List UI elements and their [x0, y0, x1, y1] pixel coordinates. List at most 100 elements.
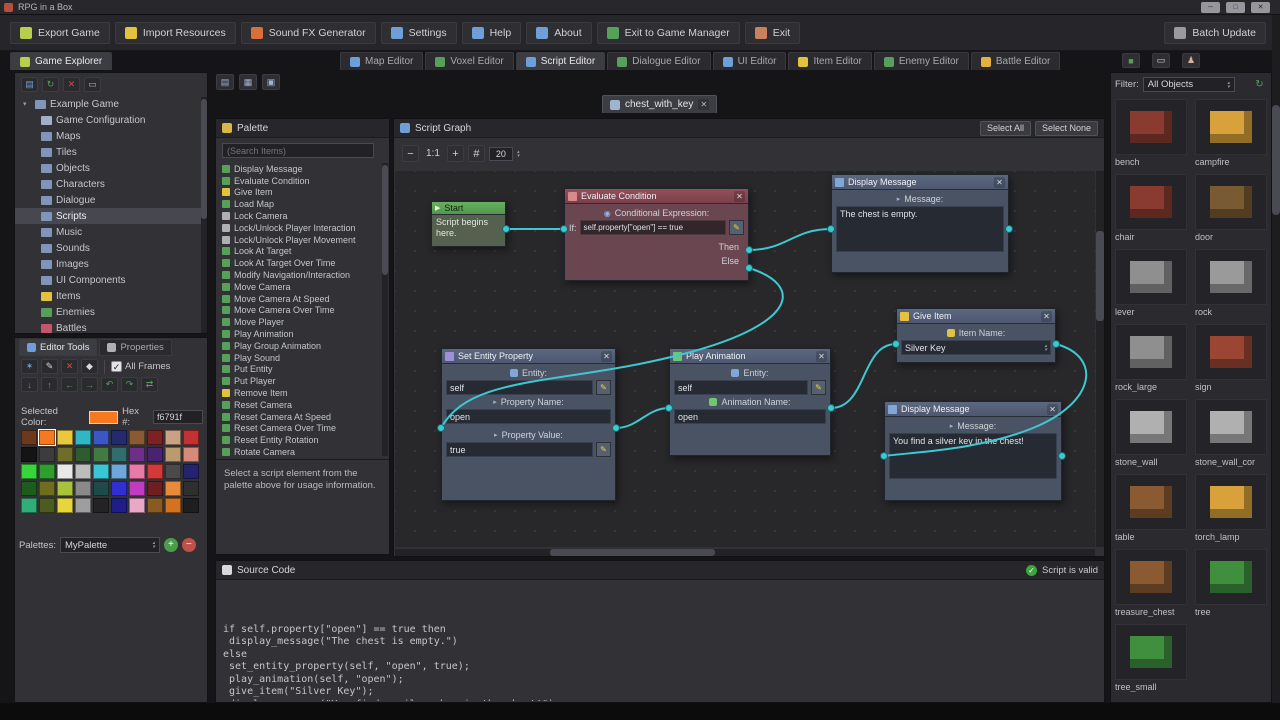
window-right-scrollbar[interactable]	[1272, 15, 1280, 720]
zoom-reset-button[interactable]: 1:1	[423, 148, 443, 159]
asset-item[interactable]: table	[1115, 474, 1189, 543]
node-header[interactable]: ▶ Start	[432, 202, 505, 215]
hex-input[interactable]	[153, 410, 203, 424]
add-palette-button[interactable]: +	[164, 538, 178, 552]
palette-swatch[interactable]	[147, 430, 163, 445]
palette-swatch[interactable]	[93, 447, 109, 462]
palette-list-item[interactable]: Modify Navigation/Interaction	[218, 269, 378, 281]
grid-size-input[interactable]	[489, 147, 513, 161]
palette-list-item[interactable]: Play Group Animation	[218, 340, 378, 352]
palette-swatch[interactable]	[39, 464, 55, 479]
tree-item[interactable]: UI Components	[15, 272, 207, 288]
node-display-message-2[interactable]: Display Message ✕ ▸ Message: You find a …	[884, 401, 1062, 501]
palette-list-item[interactable]: Play Animation	[218, 328, 378, 340]
asset-item[interactable]: bench	[1115, 99, 1189, 168]
editor-tab[interactable]: Battle Editor	[971, 52, 1060, 70]
node-header[interactable]: Give Item ✕	[897, 309, 1055, 324]
menu-button[interactable]: About	[526, 22, 591, 44]
all-frames-checkbox[interactable]: ✓	[111, 361, 122, 372]
tree-item[interactable]: Items	[15, 288, 207, 304]
tool-icon[interactable]: ✶	[21, 359, 38, 374]
palette-swatch[interactable]	[39, 430, 55, 445]
node-evaluate-condition[interactable]: Evaluate Condition ✕ ◉ Conditional Expre…	[564, 188, 749, 281]
node-play-animation[interactable]: Play Animation ✕ Entity: self ✎ Animatio…	[669, 348, 831, 456]
palette-list-item[interactable]: Remove Item	[218, 387, 378, 399]
tree-item[interactable]: Objects	[15, 160, 207, 176]
tab-game-explorer[interactable]: Game Explorer	[10, 52, 112, 70]
palette-swatch[interactable]	[183, 430, 199, 445]
asset-item[interactable]: door	[1195, 174, 1269, 243]
edit-entity-button[interactable]: ✎	[596, 380, 611, 395]
palette-swatch[interactable]	[129, 498, 145, 513]
view-toggle-icon[interactable]: ■	[1122, 53, 1140, 68]
palette-list-item[interactable]: Lock Camera	[218, 210, 378, 222]
palette-swatch[interactable]	[147, 481, 163, 496]
mirror-rotate-tool-icon[interactable]: ↶	[101, 377, 118, 392]
tools-tab[interactable]: Editor Tools	[19, 339, 97, 356]
asset-item[interactable]: chair	[1115, 174, 1189, 243]
condition-expression-field[interactable]: self.property["open"] == true	[580, 220, 726, 235]
graph-vertical-scrollbar-thumb[interactable]	[1096, 231, 1104, 321]
palette-swatch[interactable]	[39, 498, 55, 513]
property-name-field[interactable]: open	[446, 409, 611, 424]
tree-item-root[interactable]: ▾ Example Game	[15, 96, 207, 112]
document-tab[interactable]: chest_with_key ✕	[602, 95, 717, 113]
graph-canvas[interactable]: ▶ Start Script begins here. Evaluate Con…	[395, 171, 1095, 547]
palette-list-item[interactable]: Give Item	[218, 187, 378, 199]
palette-swatch[interactable]	[57, 498, 73, 513]
asset-item[interactable]: campfire	[1195, 99, 1269, 168]
menu-button[interactable]: Help	[462, 22, 522, 44]
zoom-out-button[interactable]: −	[402, 145, 419, 162]
palette-list-item[interactable]: Load Map	[218, 198, 378, 210]
tree-item[interactable]: Tiles	[15, 144, 207, 160]
palette-swatch[interactable]	[93, 430, 109, 445]
menu-button[interactable]: Settings	[381, 22, 457, 44]
explorer-tool-icon[interactable]: ▤	[21, 77, 38, 92]
node-header[interactable]: Play Animation ✕	[670, 349, 830, 364]
palette-swatch[interactable]	[129, 447, 145, 462]
tree-item[interactable]: Enemies	[15, 304, 207, 320]
palette-swatch[interactable]	[75, 464, 91, 479]
document-tab-close-icon[interactable]: ✕	[698, 99, 709, 110]
palette-list-item[interactable]: Move Player	[218, 316, 378, 328]
editor-tab[interactable]: Item Editor	[788, 52, 871, 70]
tree-item[interactable]: Music	[15, 224, 207, 240]
palette-swatch[interactable]	[21, 430, 37, 445]
palette-swatch[interactable]	[75, 498, 91, 513]
palette-swatch[interactable]	[129, 430, 145, 445]
mirror-rotate-tool-icon[interactable]: ⇄	[141, 377, 158, 392]
palette-list-item[interactable]: Reset Camera Over Time	[218, 423, 378, 435]
mirror-rotate-tool-icon[interactable]: ↑	[41, 377, 58, 392]
palette-swatch[interactable]	[21, 481, 37, 496]
message-text-field[interactable]: The chest is empty.	[836, 206, 1004, 252]
palette-swatch[interactable]	[111, 430, 127, 445]
item-name-select[interactable]: Silver Key ▴▾	[901, 340, 1051, 355]
asset-item[interactable]: tree	[1195, 549, 1269, 618]
tool-icon[interactable]: ✎	[41, 359, 58, 374]
node-header[interactable]: Evaluate Condition ✕	[565, 189, 748, 204]
filter-select[interactable]: All Objects ▴▾	[1143, 77, 1235, 92]
palette-swatch[interactable]	[165, 481, 181, 496]
palette-swatch[interactable]	[165, 430, 181, 445]
tools-tab[interactable]: Properties	[99, 339, 171, 356]
palette-list-item[interactable]: Display Message	[218, 163, 378, 175]
expander-icon[interactable]: ▾	[23, 100, 31, 108]
palette-swatch[interactable]	[93, 464, 109, 479]
palette-swatch[interactable]	[57, 430, 73, 445]
remove-palette-button[interactable]: −	[182, 538, 196, 552]
explorer-tool-icon[interactable]: ▭	[84, 77, 101, 92]
node-header[interactable]: Display Message ✕	[885, 402, 1061, 417]
palette-list-item[interactable]: Reset Entity Rotation	[218, 434, 378, 446]
view-toggle-icon[interactable]: ♟	[1182, 53, 1200, 68]
batch-update-button[interactable]: Batch Update	[1164, 22, 1266, 44]
tree-item[interactable]: Scripts	[15, 208, 207, 224]
palette-swatch[interactable]	[147, 498, 163, 513]
palette-swatch[interactable]	[111, 498, 127, 513]
menu-button[interactable]: Exit to Game Manager	[597, 22, 740, 44]
close-button[interactable]: ✕	[1251, 2, 1270, 13]
graph-vertical-scrollbar[interactable]	[1096, 171, 1104, 547]
tree-item[interactable]: Battles	[15, 320, 207, 336]
palette-list-item[interactable]: Put Player	[218, 375, 378, 387]
editor-tab[interactable]: Map Editor	[340, 52, 423, 70]
palette-scrollbar[interactable]	[382, 163, 388, 456]
